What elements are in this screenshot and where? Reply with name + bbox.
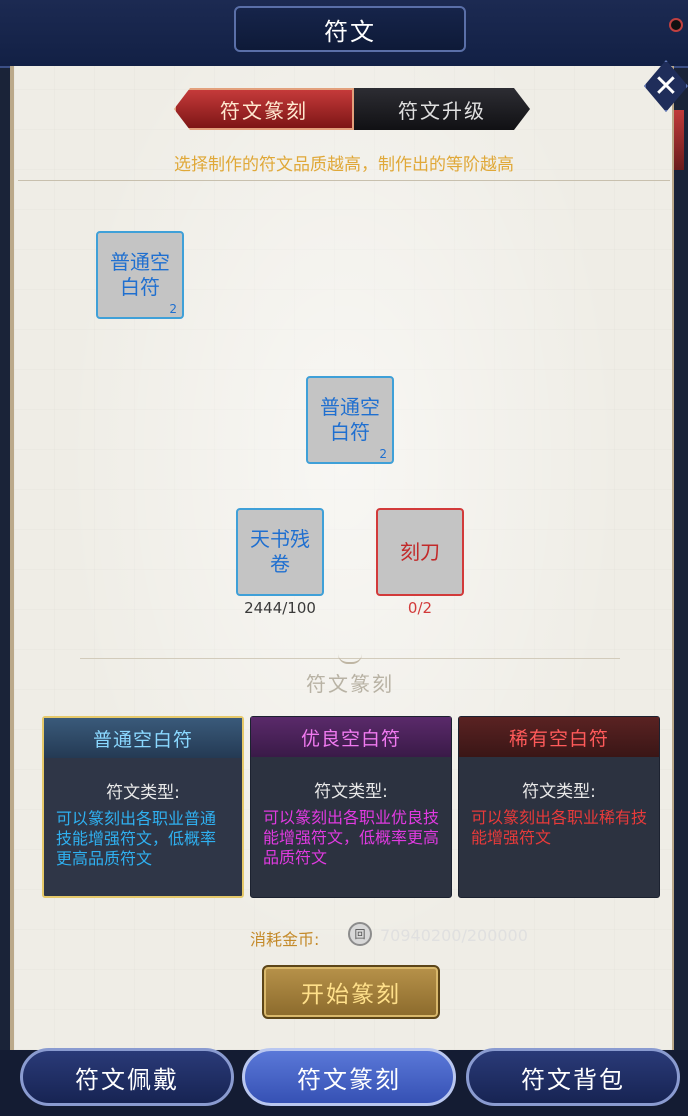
tab-bar: 符文篆刻 符文升级 [174, 88, 530, 130]
card-rare-blank[interactable]: 稀有空白符 符文类型: 可以篆刻出各职业稀有技能增强符文 [458, 716, 660, 898]
close-icon: ✕ [653, 68, 679, 104]
material-knife-qty: 0/2 [407, 599, 433, 617]
card-title: 优良空白符 [251, 717, 451, 757]
card-good-blank[interactable]: 优良空白符 符文类型: 可以篆刻出各职业优良技能增强符文，低概率更高品质符文 [250, 716, 452, 898]
divider [18, 180, 670, 181]
material-slot-knife[interactable]: 刻刀 [376, 508, 464, 596]
card-desc: 可以篆刻出各职业优良技能增强符文，低概率更高品质符文 [263, 808, 440, 867]
slot-label: 刻刀 [400, 539, 440, 564]
slot-count: 2 [169, 302, 177, 316]
hint-text: 选择制作的符文品质越高，制作出的等阶越高 [174, 155, 514, 175]
result-slot-center[interactable]: 普通空白符 2 [306, 376, 394, 464]
card-title: 稀有空白符 [459, 717, 659, 757]
pin-icon [669, 18, 683, 32]
tab-rune-engrave[interactable]: 符文篆刻 [174, 88, 354, 130]
cost-value: 70940200/200000 [380, 926, 528, 945]
material-slot-book[interactable]: 天书残卷 [236, 508, 324, 596]
card-desc: 可以篆刻出各职业稀有技能增强符文 [471, 808, 648, 847]
slot-label: 天书残卷 [250, 527, 310, 576]
tab-rune-upgrade[interactable]: 符文升级 [354, 88, 530, 130]
coin-icon: 回 [348, 922, 372, 946]
slot-label: 普通空白符 [320, 395, 380, 444]
nav-rune-bag[interactable]: 符文背包 [466, 1048, 680, 1106]
card-type-label: 符文类型: [314, 782, 388, 802]
card-title: 普通空白符 [44, 718, 242, 758]
card-type-label: 符文类型: [522, 782, 596, 802]
main-panel [10, 66, 674, 1050]
slot-label: 普通空白符 [110, 250, 170, 299]
material-book-qty: 2444/100 [244, 599, 316, 617]
result-slot-top[interactable]: 普通空白符 2 [96, 231, 184, 319]
nav-rune-engrave[interactable]: 符文篆刻 [242, 1048, 456, 1106]
start-engrave-button[interactable]: 开始篆刻 [262, 965, 440, 1019]
card-type-label: 符文类型: [106, 783, 180, 803]
card-desc: 可以篆刻出各职业普通技能增强符文，低概率更高品质符文 [56, 809, 217, 868]
nav-rune-equip[interactable]: 符文佩戴 [20, 1048, 234, 1106]
cost-label: 消耗金币: [250, 930, 320, 949]
card-common-blank[interactable]: 普通空白符 符文类型: 可以篆刻出各职业普通技能增强符文，低概率更高品质符文 [42, 716, 244, 898]
slot-count: 2 [379, 447, 387, 461]
section-label: 符文篆刻 [306, 672, 394, 696]
window-title: 符文 [234, 6, 466, 52]
